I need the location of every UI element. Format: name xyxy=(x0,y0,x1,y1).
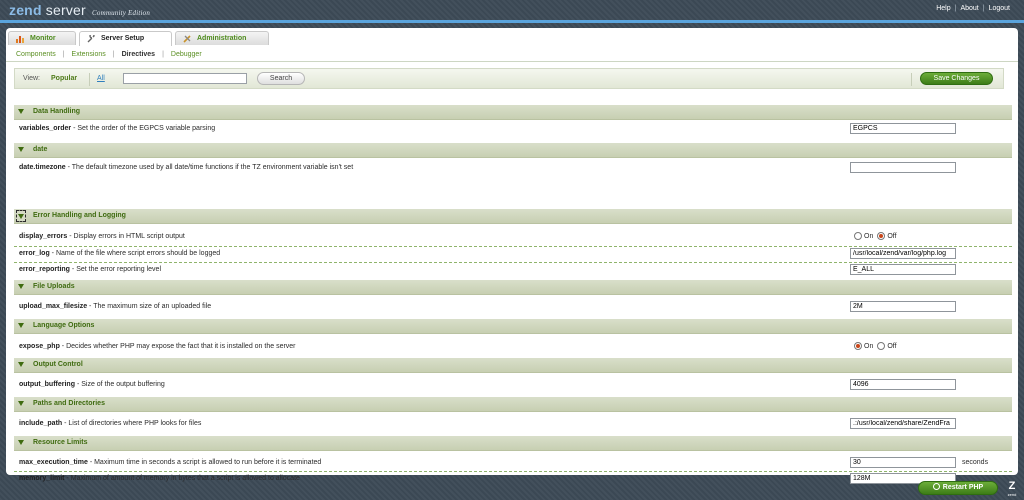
view-popular[interactable]: Popular xyxy=(51,75,77,82)
wrench-icon xyxy=(87,35,95,43)
section-output-control[interactable]: Output Control xyxy=(14,358,1012,373)
directive-row: display_errors - Display errors in HTML … xyxy=(14,229,1012,245)
help-link[interactable]: Help xyxy=(936,5,950,12)
error-reporting-input[interactable] xyxy=(850,264,956,275)
max-execution-time-input[interactable] xyxy=(850,457,956,468)
expose-php-on-radio[interactable] xyxy=(854,342,862,350)
collapse-triangle-icon xyxy=(18,440,24,445)
collapse-triangle-icon xyxy=(18,401,24,406)
section-data-handling[interactable]: Data Handling xyxy=(14,105,1012,120)
header-divider xyxy=(0,20,1024,23)
main-panel: Monitor Server Setup Administration Comp… xyxy=(6,28,1018,484)
section-file-uploads[interactable]: File Uploads xyxy=(14,280,1012,295)
seconds-unit-label: seconds xyxy=(962,459,989,466)
logout-link[interactable]: Logout xyxy=(989,5,1010,12)
collapse-triangle-icon xyxy=(18,323,24,328)
section-paths-directories[interactable]: Paths and Directories xyxy=(14,397,1012,412)
section-resource-limits[interactable]: Resource Limits xyxy=(14,436,1012,451)
display-errors-on-radio[interactable] xyxy=(854,232,862,240)
tools-icon xyxy=(183,35,191,43)
view-label: View: xyxy=(23,75,40,82)
directive-row: upload_max_filesize - The maximum size o… xyxy=(14,299,1012,315)
directive-row: include_path - List of directories where… xyxy=(14,416,1012,432)
error-log-input[interactable] xyxy=(850,248,956,259)
bar-chart-icon xyxy=(16,36,24,43)
top-links: Help | About | Logout xyxy=(936,5,1010,12)
display-errors-radio-group: On Off xyxy=(854,232,901,240)
view-all-link[interactable]: All xyxy=(97,75,105,82)
upload-max-filesize-input[interactable] xyxy=(850,301,956,312)
collapse-triangle-icon xyxy=(18,147,24,152)
display-errors-off-radio[interactable] xyxy=(877,232,886,240)
filter-divider xyxy=(89,73,90,86)
filter-divider xyxy=(911,73,912,86)
about-link[interactable]: About xyxy=(960,5,978,12)
save-changes-button[interactable]: Save Changes xyxy=(920,72,993,85)
section-date[interactable]: date xyxy=(14,143,1012,158)
collapse-triangle-icon xyxy=(18,109,24,114)
power-icon xyxy=(932,483,940,490)
date-timezone-input[interactable] xyxy=(850,162,956,173)
directive-row: memory_limit - Maximum of amount of memo… xyxy=(14,471,1012,487)
subnav-extensions[interactable]: Extensions xyxy=(72,51,106,58)
section-language-options[interactable]: Language Options xyxy=(14,319,1012,334)
directive-row: error_reporting - Set the error reportin… xyxy=(14,262,1012,278)
variables-order-input[interactable] xyxy=(850,123,956,134)
expose-php-radio-group: On Off xyxy=(854,342,901,350)
tab-monitor[interactable]: Monitor xyxy=(8,31,76,45)
collapse-triangle-icon xyxy=(16,210,26,222)
directive-row: max_execution_time - Maximum time in sec… xyxy=(14,455,1012,471)
zend-server-logo[interactable]: zend server Community Edition xyxy=(9,2,150,18)
zend-logo-icon: Z zend xyxy=(1007,480,1017,497)
directive-row: date.timezone - The default timezone use… xyxy=(14,160,1012,176)
subnav-directives[interactable]: Directives xyxy=(122,51,155,58)
search-button[interactable]: Search xyxy=(257,72,305,85)
tab-administration[interactable]: Administration xyxy=(175,31,269,45)
include-path-input[interactable] xyxy=(850,418,956,429)
section-error-handling[interactable]: Error Handling and Logging xyxy=(14,209,1012,224)
directive-row: expose_php - Decides whether PHP may exp… xyxy=(14,339,1012,355)
collapse-triangle-icon xyxy=(18,362,24,367)
collapse-triangle-icon xyxy=(18,284,24,289)
directive-row: variables_order - Set the order of the E… xyxy=(14,121,1012,137)
restart-php-button[interactable]: Restart PHP xyxy=(918,481,998,495)
sub-navigation: Components | Extensions | Directives | Debugge… xyxy=(16,51,202,58)
subnav-divider xyxy=(6,61,1018,62)
output-buffering-input[interactable] xyxy=(850,379,956,390)
filter-bar: View: Popular All Search Save Changes xyxy=(14,68,1004,89)
top-bar: zend server Community Edition Help | About… xyxy=(0,0,1024,22)
search-input[interactable] xyxy=(123,73,247,84)
subnav-components[interactable]: Components xyxy=(16,51,56,58)
directive-row: output_buffering - Size of the output bu… xyxy=(14,377,1012,393)
subnav-debugger[interactable]: Debugger xyxy=(171,51,202,58)
directive-row: error_log - Name of the file where scrip… xyxy=(14,246,1012,262)
expose-php-off-radio[interactable] xyxy=(877,342,886,350)
tab-server-setup[interactable]: Server Setup xyxy=(79,31,172,46)
